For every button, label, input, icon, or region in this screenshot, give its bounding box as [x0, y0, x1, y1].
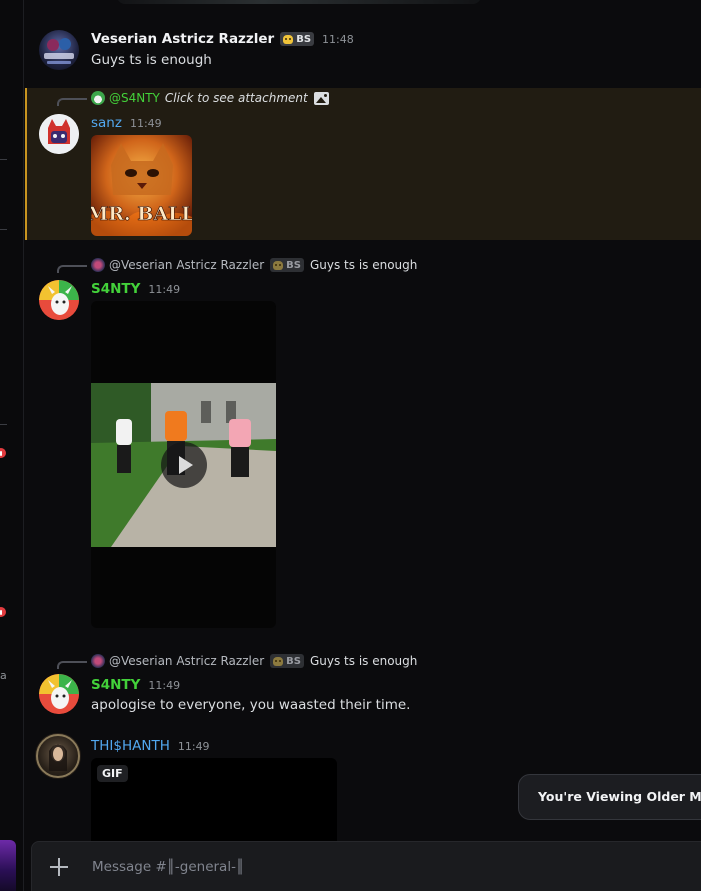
author-name[interactable]: Veserian Astricz Razzler: [91, 31, 274, 47]
reply-author[interactable]: @Veserian Astricz Razzler: [109, 654, 264, 668]
author-name[interactable]: THI$HANTH: [91, 738, 170, 754]
reply-preview[interactable]: @Veserian Astricz Razzler BS Guys ts is …: [91, 258, 417, 272]
skull-icon: [273, 260, 284, 270]
reply-preview[interactable]: @S4NTY Click to see attachment: [91, 91, 329, 105]
attachment-caption: MR. BALL: [91, 203, 192, 225]
message-text: Guys ts is enough: [91, 52, 212, 68]
timestamp[interactable]: 11:49: [130, 117, 162, 130]
author-name[interactable]: S4NTY: [91, 677, 140, 693]
message-composer: Message #║-general-║: [31, 841, 701, 891]
timestamp[interactable]: 11:49: [148, 283, 180, 296]
image-attachment[interactable]: MR. BALL: [91, 135, 192, 236]
rail-divider: [0, 229, 7, 230]
server-icon[interactable]: [0, 840, 16, 891]
reply-connector: [57, 98, 87, 106]
reply-connector: [57, 661, 87, 669]
message-input[interactable]: Message #║-general-║: [92, 859, 244, 875]
add-attachment-icon[interactable]: [48, 856, 70, 878]
timestamp[interactable]: 11:48: [322, 33, 354, 46]
red-cat-avatar[interactable]: [39, 114, 79, 154]
guild-tag[interactable]: BS: [270, 654, 304, 668]
previous-embed-edge: [117, 0, 481, 4]
guild-tag[interactable]: BS: [270, 258, 304, 272]
dark-portrait-avatar[interactable]: [35, 733, 81, 779]
guild-tag-label: BS: [286, 655, 301, 667]
goat-avatar[interactable]: [39, 674, 79, 714]
skull-icon: [273, 656, 284, 666]
guild-tag-label: BS: [286, 259, 301, 271]
rail-divider: [0, 159, 7, 160]
chat-pane: Veserian Astricz Razzler BS 11:48 Guys t…: [25, 0, 701, 891]
skull-icon: [283, 34, 294, 44]
reply-connector: [57, 265, 87, 273]
server-rail: a: [0, 0, 24, 891]
reply-preview[interactable]: @Veserian Astricz Razzler BS Guys ts is …: [91, 654, 417, 668]
play-button[interactable]: [161, 442, 207, 488]
rail-label: a: [0, 669, 7, 682]
guild-tag[interactable]: BS: [280, 32, 315, 46]
rail-divider: [0, 424, 7, 425]
viewing-older-messages-banner[interactable]: You're Viewing Older Messages: [518, 774, 701, 820]
timestamp[interactable]: 11:49: [178, 740, 210, 753]
guild-tag-label: BS: [296, 33, 312, 45]
reply-author[interactable]: @S4NTY: [109, 91, 160, 105]
reply-author[interactable]: @Veserian Astricz Razzler: [109, 258, 264, 272]
message: Veserian Astricz Razzler BS 11:48 Guys t…: [25, 26, 701, 88]
gif-label: GIF: [97, 765, 128, 782]
reply-avatar: [91, 258, 105, 272]
reply-text: Click to see attachment: [164, 91, 308, 105]
reply-text: Guys ts is enough: [309, 654, 418, 668]
gif-attachment[interactable]: GIF: [91, 758, 337, 848]
message-text: apologise to everyone, you waasted their…: [91, 697, 411, 713]
message: @S4NTY Click to see attachment sanz 11:4…: [25, 88, 701, 240]
reply-avatar: [91, 91, 105, 105]
reply-text: Guys ts is enough: [309, 258, 418, 272]
notification-badge-icon[interactable]: [0, 446, 8, 460]
reply-avatar: [91, 654, 105, 668]
notification-badge-icon[interactable]: [0, 605, 8, 619]
timestamp[interactable]: 11:49: [148, 679, 180, 692]
video-attachment[interactable]: [91, 301, 276, 628]
message: @Veserian Astricz Razzler BS Guys ts is …: [25, 650, 701, 720]
goat-avatar[interactable]: [39, 280, 79, 320]
message: @Veserian Astricz Razzler BS Guys ts is …: [25, 254, 701, 634]
play-icon: [179, 456, 193, 474]
image-icon: [313, 91, 329, 105]
author-name[interactable]: S4NTY: [91, 281, 140, 297]
anime-clan-avatar[interactable]: [39, 30, 79, 70]
author-name[interactable]: sanz: [91, 115, 122, 131]
